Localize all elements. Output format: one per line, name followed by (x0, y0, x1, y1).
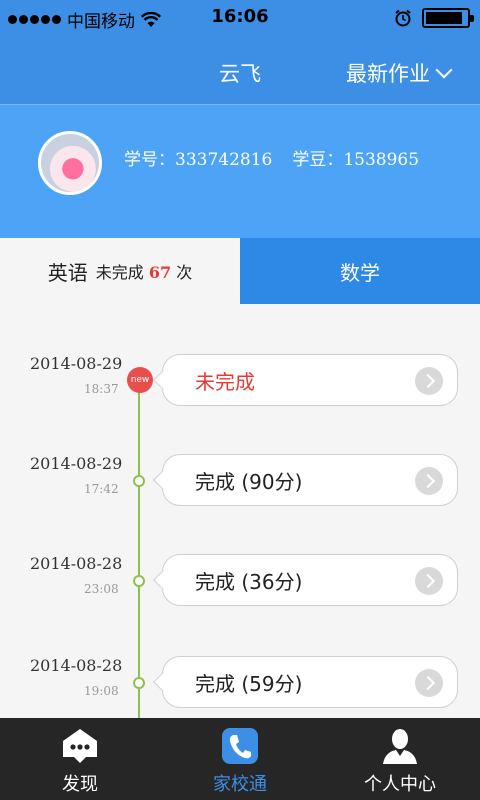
status-bar: 中国移动 16:06 (0, 0, 480, 36)
tab-math[interactable]: 数学 (240, 238, 480, 304)
tab-discover[interactable]: 发现 (0, 718, 160, 800)
beans: 学豆：1538965 (292, 145, 419, 170)
entry-date: 2014-08-29 (30, 454, 123, 473)
tab-profile-label: 个人中心 (364, 774, 436, 795)
chevron-right-icon (415, 669, 443, 697)
entry-date: 2014-08-28 (30, 656, 123, 675)
battery-level (426, 12, 462, 24)
profile-header: 学号：333742816 学豆：1538965 (0, 104, 480, 238)
homework-status: 完成 (90分) (195, 469, 303, 494)
homework-card[interactable]: 完成 (59分) (162, 656, 458, 708)
entry-time: 18:37 (84, 382, 119, 396)
chevron-right-icon (415, 567, 443, 595)
tab-discover-label: 发现 (62, 774, 98, 795)
new-badge: new (127, 367, 153, 393)
entry-time: 17:42 (84, 482, 119, 496)
avatar[interactable] (38, 131, 102, 195)
timeline-entry: 2014-08-29 18:37 new 未完成 (0, 354, 480, 424)
tab-english-label: 英语 (47, 260, 88, 285)
beans-label: 学豆： (292, 150, 344, 170)
entry-time: 19:08 (84, 684, 119, 698)
count-unit: 次 (176, 263, 193, 282)
entry-time: 23:08 (84, 582, 119, 596)
timeline-node (133, 575, 145, 587)
chat-bubble-icon (63, 729, 97, 763)
phone-icon (222, 728, 258, 764)
timeline-node (133, 677, 145, 689)
battery-icon (422, 8, 474, 28)
tab-home-school-label: 家校通 (213, 774, 267, 795)
timeline-node (133, 475, 145, 487)
timeline-entry: 2014-08-29 17:42 完成 (90分) (0, 454, 480, 524)
homework-status: 完成 (59分) (195, 671, 303, 696)
student-id-value: 333742816 (175, 150, 273, 170)
student-id: 学号：333742816 (124, 145, 272, 170)
chevron-right-icon (415, 367, 443, 395)
person-icon (383, 729, 417, 764)
homework-status: 未完成 (195, 369, 255, 394)
incomplete-count: 67 (148, 263, 172, 282)
chevron-down-icon (435, 61, 453, 79)
entry-date: 2014-08-29 (30, 354, 123, 373)
nav-bar: 云飞 最新作业 (0, 36, 480, 104)
bottom-tab-bar: 发现 家校通 个人中心 (0, 718, 480, 800)
timeline-entry: 2014-08-28 23:08 完成 (36分) (0, 554, 480, 624)
entry-date: 2014-08-28 (30, 554, 123, 573)
timeline-entry: 2014-08-28 19:08 完成 (59分) (0, 656, 480, 718)
student-id-label: 学号： (124, 150, 175, 170)
homework-status: 完成 (36分) (195, 569, 303, 594)
tab-english[interactable]: 英语 未完成 67 次 (0, 238, 240, 304)
beans-value: 1538965 (343, 150, 420, 170)
latest-homework-dropdown[interactable]: 最新作业 (346, 58, 453, 88)
chevron-right-icon (415, 467, 443, 495)
homework-card[interactable]: 完成 (36分) (162, 554, 458, 606)
homework-card[interactable]: 未完成 (162, 354, 458, 406)
incomplete-label: 未完成 (95, 263, 144, 282)
tab-home-school[interactable]: 家校通 (160, 718, 320, 800)
tab-profile[interactable]: 个人中心 (320, 718, 480, 800)
homework-card[interactable]: 完成 (90分) (162, 454, 458, 506)
alarm-clock-icon (395, 9, 411, 27)
dropdown-label: 最新作业 (346, 62, 430, 86)
subject-tabs: 英语 未完成 67 次 数学 (0, 238, 480, 304)
homework-timeline: 2014-08-29 18:37 new 未完成 2014-08-29 17:4… (0, 304, 480, 718)
